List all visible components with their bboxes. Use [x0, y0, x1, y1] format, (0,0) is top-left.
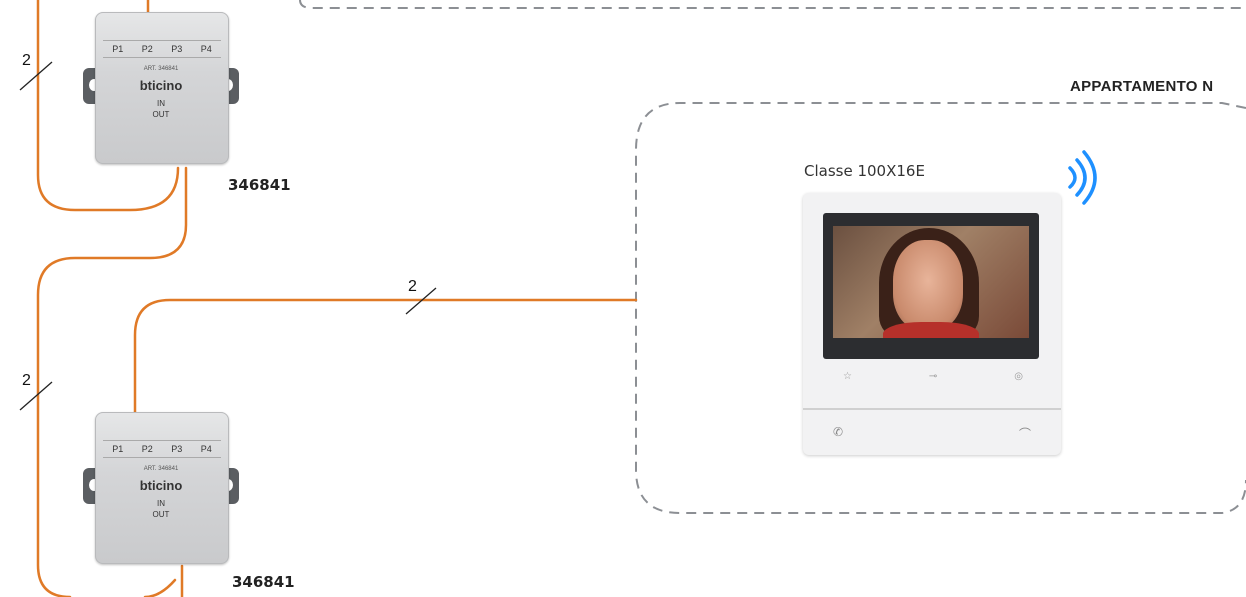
monitor-screen: [833, 226, 1029, 338]
box-code-bottom: 346841: [232, 573, 295, 591]
out-label: OUT: [152, 510, 170, 519]
article-label: ART. 346841: [143, 66, 179, 72]
derivation-box-bottom: P1 P2 P3 P4 ART. 346841 bticino IN OUT: [83, 412, 239, 564]
in-out-label: IN OUT: [141, 98, 181, 120]
upper-apartment-outline: [299, 0, 1246, 9]
screen-image-shirt: [883, 322, 979, 338]
in-label: IN: [157, 499, 165, 508]
wifi-icon: [1068, 150, 1097, 205]
monitor-keypad: ☆ ⊸ ◎: [843, 371, 1023, 382]
wire-count-label-bottom: 2: [22, 372, 31, 389]
video-intercom-monitor: ☆ ⊸ ◎ ✆ ⌒: [803, 193, 1061, 455]
port-label: P3: [171, 444, 183, 454]
port-label: P2: [141, 444, 153, 454]
key-unlock-icon[interactable]: ⊸: [929, 371, 937, 382]
wire-count-label-branch: 2: [408, 278, 417, 295]
hangup-call-icon[interactable]: ⌒: [1019, 425, 1031, 442]
screen-image-face: [893, 240, 963, 330]
answer-call-icon[interactable]: ✆: [833, 425, 843, 439]
box-bottom-out-wire-2: [143, 578, 177, 597]
star-key-icon[interactable]: ☆: [843, 371, 852, 382]
wire-count-label-top: 2: [22, 52, 31, 69]
port-label: P1: [112, 444, 124, 454]
port-label: P3: [171, 44, 183, 54]
port-labels: P1 P2 P3 P4: [103, 440, 221, 458]
port-label: P4: [200, 44, 212, 54]
port-label: P4: [200, 444, 212, 454]
branch-wire: [133, 298, 638, 414]
port-labels: P1 P2 P3 P4: [103, 40, 221, 58]
out-label: OUT: [152, 110, 170, 119]
in-out-label: IN OUT: [141, 498, 181, 520]
in-label: IN: [157, 99, 165, 108]
brand-logo: bticino: [139, 78, 183, 93]
port-label: P1: [112, 44, 124, 54]
device-model-label: Classe 100X16E: [804, 162, 925, 180]
box-code-top: 346841: [228, 176, 291, 194]
derivation-box-top: P1 P2 P3 P4 ART. 346841 bticino IN OUT: [83, 12, 239, 164]
monitor-divider: [803, 408, 1061, 410]
article-label: ART. 346841: [143, 466, 179, 472]
eye-key-icon[interactable]: ◎: [1014, 371, 1023, 382]
brand-logo: bticino: [139, 478, 183, 493]
port-label: P2: [141, 44, 153, 54]
apartment-title: APPARTAMENTO N: [1070, 78, 1214, 95]
